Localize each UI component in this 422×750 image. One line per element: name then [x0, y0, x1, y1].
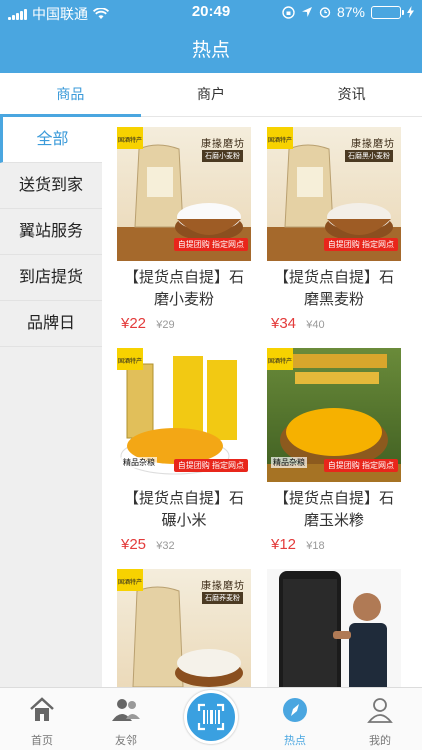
- product-brand: 康掾磨坊: [201, 139, 245, 150]
- battery-percent: 87%: [336, 4, 365, 20]
- product-title[interactable]: 【提货点自提】石磨小麦粉: [117, 267, 251, 311]
- product-price: ¥12: [271, 536, 297, 553]
- corner-badge: 国酒特产: [267, 127, 293, 149]
- product-image[interactable]: 国酒特产 康掾磨坊 石磨荞麦粉: [117, 569, 251, 687]
- product-card[interactable]: 国酒特产 康掾磨坊 石磨小麦粉 自提团购 指定网点 【提货点自提】石磨小麦粉 ¥…: [117, 127, 251, 332]
- orientation-lock-icon: [282, 5, 295, 19]
- charging-icon: [407, 6, 414, 18]
- product-sub: 石磨小麦粉: [202, 150, 243, 162]
- tab-news[interactable]: 资讯: [281, 73, 422, 116]
- product-old-price: ¥18: [306, 540, 325, 552]
- product-image[interactable]: 国酒特产 精品杂粮 自提团购 指定网点: [267, 348, 401, 482]
- product-card[interactable]: 国酒特产 精品杂粮 自提团购 指定网点 【提货点自提】石碾小米 ¥25 ¥32: [117, 348, 251, 553]
- product-card[interactable]: [267, 569, 401, 687]
- people-icon: [112, 699, 140, 721]
- corner-badge: 国酒特产: [267, 348, 293, 370]
- corner-badge: 国酒特产: [117, 569, 143, 591]
- product-grid: 国酒特产 康掾磨坊 石磨小麦粉 自提团购 指定网点 【提货点自提】石磨小麦粉 ¥…: [102, 117, 422, 687]
- bottom-tab-home[interactable]: 首页: [0, 688, 84, 748]
- sidebar-item-station-service[interactable]: 翼站服务: [0, 209, 102, 255]
- person-icon: [367, 698, 393, 723]
- scan-button[interactable]: [184, 690, 238, 744]
- sidebar-item-brand-day[interactable]: 品牌日: [0, 301, 102, 347]
- compass-icon: [283, 698, 307, 722]
- bottom-tab-hot[interactable]: 热点: [253, 688, 337, 748]
- bottom-tab-mine[interactable]: 我的: [338, 688, 422, 748]
- product-prices: ¥34 ¥40: [267, 315, 401, 332]
- battery-icon: [371, 5, 404, 19]
- product-title[interactable]: 【提货点自提】石碾小米: [117, 488, 251, 532]
- tab-goods[interactable]: 商品: [0, 73, 141, 117]
- page-title: 热点: [191, 40, 230, 61]
- product-brand: 康掾磨坊: [201, 581, 245, 592]
- bottom-tab-label: 热点: [284, 735, 306, 747]
- status-bar: 中国联通 20:49 87%: [0, 0, 422, 24]
- product-old-price: ¥32: [156, 540, 175, 552]
- top-bar: 中国联通 20:49 87% 热点: [0, 0, 422, 73]
- product-tag: 精品杂粮: [121, 457, 157, 468]
- pickup-ribbon: 自提团购 指定网点: [323, 238, 398, 251]
- product-brand: 康掾磨坊: [351, 139, 395, 150]
- scan-icon: [197, 703, 225, 731]
- product-image[interactable]: 国酒特产 康掾磨坊 石磨黑小麦粉 自提团购 指定网点: [267, 127, 401, 261]
- bottom-tab-neighbors[interactable]: 友邻: [84, 688, 168, 748]
- location-icon: [301, 7, 312, 17]
- sidebar-item-store-pickup[interactable]: 到店提货: [0, 255, 102, 301]
- pickup-ribbon: 自提团购 指定网点: [173, 238, 248, 251]
- product-price: ¥25: [121, 536, 147, 553]
- pickup-ribbon: 自提团购 指定网点: [173, 459, 248, 472]
- product-image[interactable]: 国酒特产 精品杂粮 自提团购 指定网点: [117, 348, 251, 482]
- product-prices: ¥22 ¥29: [117, 315, 251, 332]
- product-title[interactable]: 【提货点自提】石磨玉米糁: [267, 488, 401, 532]
- sidebar-item-all[interactable]: 全部: [0, 117, 102, 163]
- bottom-tab-label: 我的: [369, 735, 391, 747]
- product-card[interactable]: 国酒特产 康掾磨坊 石磨黑小麦粉 自提团购 指定网点 【提货点自提】石磨黑麦粉 …: [267, 127, 401, 332]
- product-tag: 精品杂粮: [271, 457, 307, 468]
- product-old-price: ¥29: [156, 319, 175, 331]
- tab-merchants[interactable]: 商户: [141, 73, 282, 116]
- phone-illustration: [279, 571, 387, 687]
- bottom-tab-label: 友邻: [115, 735, 137, 747]
- product-prices: ¥12 ¥18: [267, 536, 401, 553]
- pickup-ribbon: 自提团购 指定网点: [323, 459, 398, 472]
- bottom-tab-bar: 首页 友邻 热点 我的: [0, 687, 422, 750]
- corner-badge: 国酒特产: [117, 127, 143, 149]
- category-sidebar: 全部 送货到家 翼站服务 到店提货 品牌日: [0, 117, 102, 687]
- product-sub: 石磨黑小麦粉: [345, 150, 393, 162]
- product-title[interactable]: 【提货点自提】石磨黑麦粉: [267, 267, 401, 311]
- product-card[interactable]: 国酒特产 精品杂粮 自提团购 指定网点 【提货点自提】石磨玉米糁 ¥12 ¥18: [267, 348, 401, 553]
- product-image[interactable]: [267, 569, 401, 687]
- product-old-price: ¥40: [306, 319, 325, 331]
- alarm-icon: [319, 7, 331, 18]
- product-sub: 石磨荞麦粉: [202, 592, 243, 604]
- sidebar-item-home-delivery[interactable]: 送货到家: [0, 163, 102, 209]
- status-right: 87%: [282, 4, 414, 20]
- bottom-tab-label: 首页: [31, 735, 53, 747]
- product-price: ¥34: [271, 315, 297, 332]
- home-icon: [30, 697, 54, 721]
- product-image[interactable]: 国酒特产 康掾磨坊 石磨小麦粉 自提团购 指定网点: [117, 127, 251, 261]
- product-card[interactable]: 国酒特产 康掾磨坊 石磨荞麦粉: [117, 569, 251, 687]
- segment-tabs: 商品 商户 资讯: [0, 73, 422, 117]
- product-price: ¥22: [121, 315, 147, 332]
- corner-badge: 国酒特产: [117, 348, 143, 370]
- product-prices: ¥25 ¥32: [117, 536, 251, 553]
